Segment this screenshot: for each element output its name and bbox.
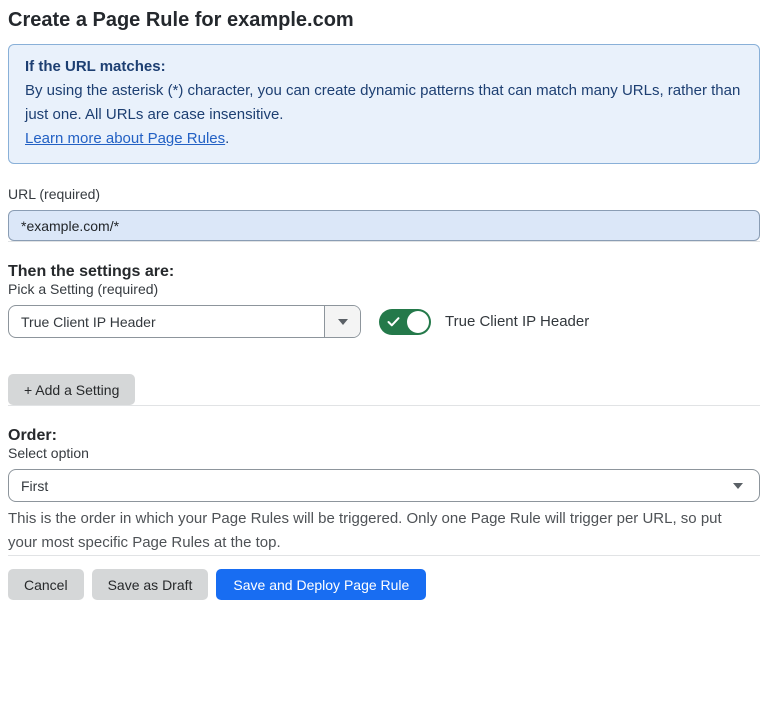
order-select-value: First: [9, 478, 733, 494]
link-suffix-text: .: [225, 130, 229, 147]
info-box-heading: If the URL matches:: [25, 55, 743, 79]
add-setting-button[interactable]: + Add a Setting: [8, 374, 135, 405]
select-option-label: Select option: [8, 445, 760, 462]
save-deploy-button[interactable]: Save and Deploy Page Rule: [216, 569, 426, 600]
cancel-button[interactable]: Cancel: [8, 569, 84, 600]
info-box-link-line: Learn more about Page Rules.: [25, 127, 743, 151]
footer-actions: Cancel Save as Draft Save and Deploy Pag…: [8, 569, 760, 600]
pick-setting-label: Pick a Setting (required): [8, 281, 760, 298]
setting-toggle-label: True Client IP Header: [445, 313, 589, 330]
learn-more-link[interactable]: Learn more about Page Rules: [25, 130, 225, 147]
save-draft-button[interactable]: Save as Draft: [92, 569, 209, 600]
check-icon: [387, 316, 400, 327]
setting-toggle[interactable]: [379, 309, 431, 335]
order-description: This is the order in which your Page Rul…: [8, 507, 753, 555]
url-match-info-box: If the URL matches: By using the asteris…: [8, 44, 760, 164]
url-input[interactable]: [8, 210, 760, 241]
chevron-down-icon: [733, 483, 743, 489]
order-select[interactable]: First: [8, 469, 760, 502]
divider: [8, 555, 760, 556]
chevron-down-icon: [338, 319, 348, 325]
order-select-arrow: [733, 483, 759, 489]
create-page-rule-form: Create a Page Rule for example.com If th…: [0, 0, 769, 600]
settings-section-heading: Then the settings are:: [8, 262, 760, 281]
setting-select[interactable]: True Client IP Header: [8, 305, 361, 338]
divider: [8, 405, 760, 406]
setting-select-arrow-button[interactable]: [324, 306, 360, 337]
order-section-heading: Order:: [8, 426, 760, 445]
setting-select-value: True Client IP Header: [9, 314, 324, 330]
page-title: Create a Page Rule for example.com: [8, 6, 760, 34]
divider: [8, 241, 760, 242]
url-label: URL (required): [8, 186, 760, 203]
setting-row: True Client IP Header True Client IP Hea…: [8, 305, 760, 338]
toggle-knob: [407, 311, 429, 333]
info-box-body: By using the asterisk (*) character, you…: [25, 79, 743, 127]
